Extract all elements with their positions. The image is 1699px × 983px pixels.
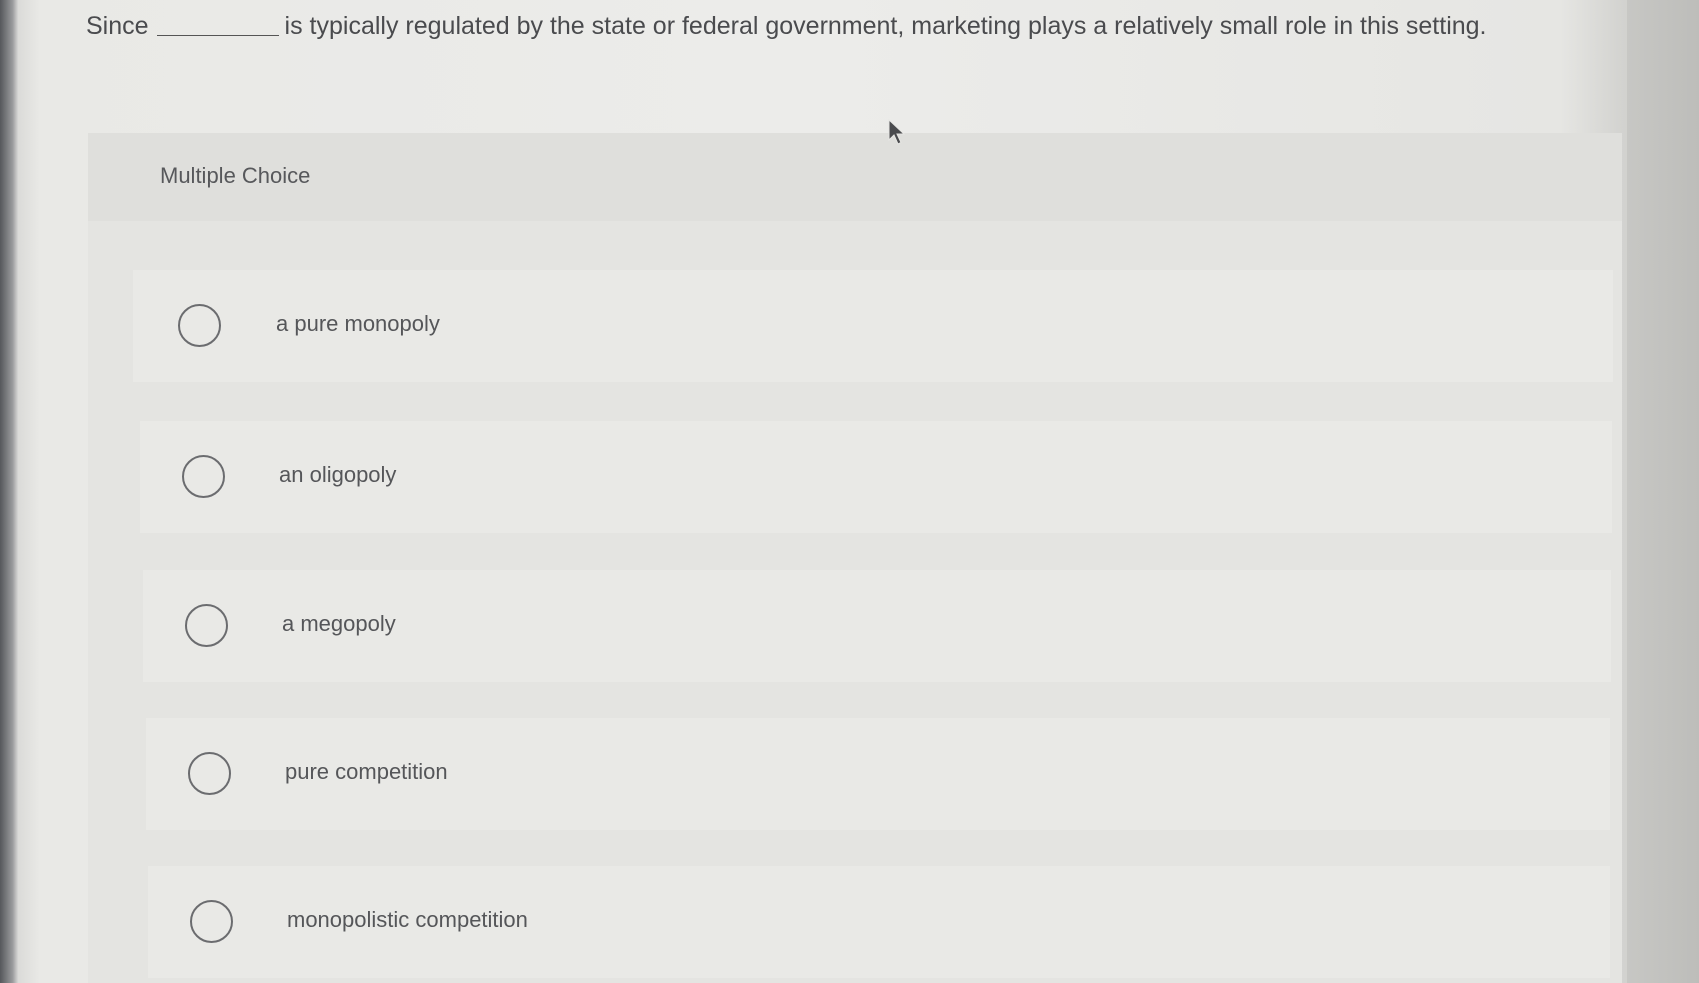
option-monopolistic-competition[interactable]: monopolistic competition [148, 866, 1610, 978]
panel-header: Multiple Choice [88, 133, 1622, 221]
option-a-pure-monopoly[interactable]: a pure monopoly [133, 270, 1613, 382]
option-an-oligopoly[interactable]: an oligopoly [140, 421, 1612, 533]
screen-left-edge [0, 0, 18, 983]
option-label[interactable]: monopolistic competition [287, 907, 528, 933]
screen-right-edge [1627, 0, 1699, 983]
option-label[interactable]: a megopoly [282, 611, 396, 637]
question-prefix: Since [86, 12, 149, 40]
radio-circle-icon[interactable] [178, 304, 221, 347]
screen: Since is typically regulated by the state… [0, 0, 1699, 983]
mouse-pointer-icon [888, 118, 906, 145]
radio-circle-icon[interactable] [182, 455, 225, 498]
option-pure-competition[interactable]: pure competition [146, 718, 1610, 830]
option-a-megopoly[interactable]: a megopoly [143, 570, 1611, 682]
radio-circle-icon[interactable] [190, 900, 233, 943]
question-suffix: is typically regulated by the state or f… [284, 12, 1487, 40]
question-text: Since is typically regulated by the state… [86, 12, 1586, 41]
radio-circle-icon[interactable] [185, 604, 228, 647]
option-label[interactable]: a pure monopoly [276, 311, 440, 337]
multiple-choice-label: Multiple Choice [160, 163, 311, 188]
answer-blank [156, 13, 279, 36]
option-label[interactable]: an oligopoly [279, 462, 396, 488]
option-label[interactable]: pure competition [285, 759, 448, 785]
multiple-choice-panel: Multiple Choice [88, 133, 1622, 983]
radio-circle-icon[interactable] [188, 752, 231, 795]
